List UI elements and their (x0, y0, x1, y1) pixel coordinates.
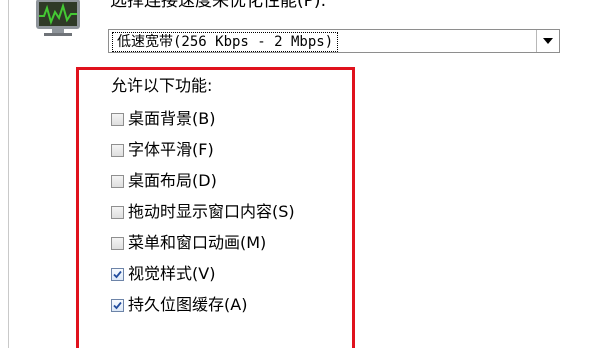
feature-label: 桌面布局(D) (128, 171, 217, 190)
feature-item[interactable]: 桌面布局(D) (111, 168, 295, 194)
chevron-down-icon (543, 38, 553, 44)
performance-label: 选择连接速度来优化性能(P): (110, 0, 327, 11)
dropdown-arrow-button[interactable] (536, 30, 559, 52)
feature-checkbox[interactable] (111, 143, 124, 157)
feature-label: 拖动时显示窗口内容(S) (128, 202, 295, 221)
feature-list: 桌面背景(B) 字体平滑(F) 桌面布局(D) 拖动时显示窗口内容(S) 菜单和窗口动画… (111, 106, 295, 323)
feature-label: 持久位图缓存(A) (128, 295, 248, 314)
connection-speed-dropdown[interactable]: 低速宽带(256 Kbps - 2 Mbps) (108, 29, 560, 53)
feature-label: 菜单和窗口动画(M) (128, 233, 267, 252)
performance-monitor-icon (36, 0, 80, 36)
feature-item[interactable]: 菜单和窗口动画(M) (111, 230, 295, 256)
checkmark-icon (113, 301, 122, 309)
feature-item[interactable]: 拖动时显示窗口内容(S) (111, 199, 295, 225)
feature-label: 桌面背景(B) (128, 109, 216, 128)
feature-checkbox[interactable] (111, 174, 124, 188)
panel-left-border (8, 0, 9, 348)
feature-checkbox[interactable] (111, 298, 124, 312)
checkmark-icon (113, 270, 122, 278)
feature-item[interactable]: 视觉样式(V) (111, 261, 295, 287)
feature-label: 视觉样式(V) (128, 264, 216, 283)
connection-speed-value: 低速宽带(256 Kbps - 2 Mbps) (112, 32, 339, 52)
feature-checkbox[interactable] (111, 236, 124, 250)
feature-label: 字体平滑(F) (128, 140, 214, 159)
feature-item[interactable]: 桌面背景(B) (111, 106, 295, 132)
feature-item[interactable]: 持久位图缓存(A) (111, 292, 295, 318)
feature-checkbox[interactable] (111, 112, 124, 126)
feature-checkbox[interactable] (111, 205, 124, 219)
features-header: 允许以下功能: (111, 76, 213, 95)
feature-checkbox[interactable] (111, 267, 124, 281)
feature-item[interactable]: 字体平滑(F) (111, 137, 295, 163)
